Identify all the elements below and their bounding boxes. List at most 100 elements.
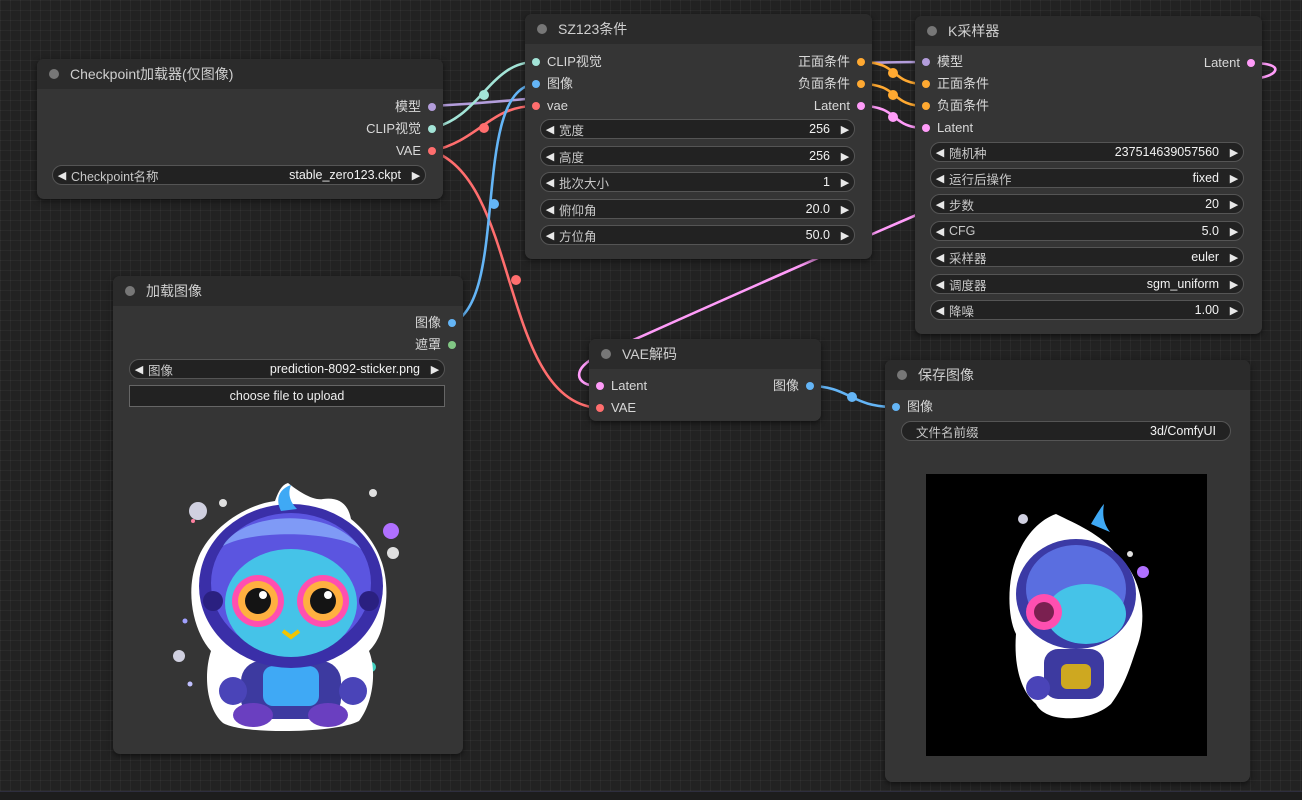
arrow-right-icon[interactable]: ▶ [836, 229, 854, 242]
output-clip-vision-slot[interactable]: CLIP视觉 [366, 118, 443, 140]
image-file-combo[interactable]: ◀ 图像 prediction-8092-sticker.png ▶ [129, 359, 445, 379]
output-latent-slot[interactable]: Latent [1204, 52, 1262, 74]
slot-dot-icon[interactable] [922, 58, 930, 66]
slot-dot-icon[interactable] [857, 58, 865, 66]
output-negative-slot[interactable]: 负面条件 [798, 73, 872, 95]
node-vae-decode[interactable]: VAE解码 Latent VAE 图像 [589, 339, 821, 421]
slot-dot-icon[interactable] [857, 80, 865, 88]
node-header[interactable]: 保存图像 [885, 360, 1250, 390]
arrow-left-icon[interactable]: ◀ [541, 203, 559, 216]
arrow-left-icon[interactable]: ◀ [931, 251, 949, 264]
arrow-right-icon[interactable]: ▶ [1225, 198, 1243, 211]
input-vae-slot[interactable]: vae [525, 95, 568, 117]
denoise-number-widget[interactable]: ◀ 降噪 1.00 ▶ [930, 300, 1244, 320]
steps-number-widget[interactable]: ◀ 步数 20 ▶ [930, 194, 1244, 214]
output-image-slot[interactable]: 图像 [773, 375, 821, 397]
arrow-right-icon[interactable]: ▶ [407, 169, 425, 182]
input-positive-slot[interactable]: 正面条件 [915, 73, 989, 95]
input-image-slot[interactable]: 图像 [525, 73, 573, 95]
elevation-number-widget[interactable]: ◀ 俯仰角 20.0 ▶ [540, 199, 855, 219]
generated-image-preview[interactable] [926, 474, 1207, 756]
slot-dot-icon[interactable] [532, 80, 540, 88]
arrow-right-icon[interactable]: ▶ [1225, 278, 1243, 291]
slot-dot-icon[interactable] [448, 341, 456, 349]
arrow-right-icon[interactable]: ▶ [1225, 146, 1243, 159]
arrow-left-icon[interactable]: ◀ [541, 123, 559, 136]
node-header[interactable]: 加载图像 [113, 276, 463, 306]
slot-dot-icon[interactable] [532, 102, 540, 110]
node-save-image[interactable]: 保存图像 图像 文件名前缀 3d/ComfyUI [885, 360, 1250, 782]
batch-size-number-widget[interactable]: ◀ 批次大小 1 ▶ [540, 172, 855, 192]
node-header[interactable]: K采样器 [915, 16, 1262, 46]
upload-button[interactable]: choose file to upload [129, 385, 445, 407]
arrow-right-icon[interactable]: ▶ [836, 150, 854, 163]
collapse-dot-icon[interactable] [601, 349, 611, 359]
node-checkpoint-loader[interactable]: Checkpoint加载器(仅图像) 模型 CLIP视觉 VAE ◀ Check… [37, 59, 443, 199]
slot-dot-icon[interactable] [448, 319, 456, 327]
slot-dot-icon[interactable] [922, 124, 930, 132]
control-after-generate-combo[interactable]: ◀ 运行后操作 fixed ▶ [930, 168, 1244, 188]
node-header[interactable]: Checkpoint加载器(仅图像) [37, 59, 443, 89]
arrow-left-icon[interactable]: ◀ [541, 150, 559, 163]
arrow-left-icon[interactable]: ◀ [931, 304, 949, 317]
width-number-widget[interactable]: ◀ 宽度 256 ▶ [540, 119, 855, 139]
input-negative-slot[interactable]: 负面条件 [915, 95, 989, 117]
collapse-dot-icon[interactable] [49, 69, 59, 79]
arrow-left-icon[interactable]: ◀ [541, 176, 559, 189]
output-model-slot[interactable]: 模型 [395, 96, 443, 118]
node-sz123-conditioning[interactable]: SZ123条件 CLIP视觉 图像 vae 正面条件 负面条件 Latent ◀ [525, 14, 872, 259]
collapse-dot-icon[interactable] [125, 286, 135, 296]
node-header[interactable]: SZ123条件 [525, 14, 872, 44]
slot-dot-icon[interactable] [892, 403, 900, 411]
slot-dot-icon[interactable] [922, 102, 930, 110]
cfg-number-widget[interactable]: ◀ CFG 5.0 ▶ [930, 221, 1244, 241]
input-latent-slot[interactable]: Latent [915, 117, 973, 139]
node-header[interactable]: VAE解码 [589, 339, 821, 369]
arrow-right-icon[interactable]: ▶ [836, 176, 854, 189]
arrow-right-icon[interactable]: ▶ [836, 123, 854, 136]
arrow-left-icon[interactable]: ◀ [541, 229, 559, 242]
slot-dot-icon[interactable] [857, 102, 865, 110]
seed-number-widget[interactable]: ◀ 随机种 237514639057560 ▶ [930, 142, 1244, 162]
slot-dot-icon[interactable] [922, 80, 930, 88]
arrow-right-icon[interactable]: ▶ [1225, 172, 1243, 185]
collapse-dot-icon[interactable] [897, 370, 907, 380]
slot-dot-icon[interactable] [428, 103, 436, 111]
slot-dot-icon[interactable] [532, 58, 540, 66]
collapse-dot-icon[interactable] [537, 24, 547, 34]
output-image-slot[interactable]: 图像 [415, 312, 463, 334]
input-latent-slot[interactable]: Latent [589, 375, 647, 397]
arrow-right-icon[interactable]: ▶ [1225, 225, 1243, 238]
arrow-right-icon[interactable]: ▶ [426, 363, 444, 376]
scheduler-combo[interactable]: ◀ 调度器 sgm_uniform ▶ [930, 274, 1244, 294]
slot-dot-icon[interactable] [806, 382, 814, 390]
arrow-left-icon[interactable]: ◀ [931, 198, 949, 211]
output-positive-slot[interactable]: 正面条件 [798, 51, 872, 73]
arrow-left-icon[interactable]: ◀ [130, 363, 148, 376]
azimuth-number-widget[interactable]: ◀ 方位角 50.0 ▶ [540, 225, 855, 245]
arrow-right-icon[interactable]: ▶ [1225, 304, 1243, 317]
arrow-left-icon[interactable]: ◀ [53, 169, 71, 182]
slot-dot-icon[interactable] [596, 382, 604, 390]
arrow-right-icon[interactable]: ▶ [1225, 251, 1243, 264]
input-clip-vision-slot[interactable]: CLIP视觉 [525, 51, 602, 73]
arrow-left-icon[interactable]: ◀ [931, 278, 949, 291]
input-vae-slot[interactable]: VAE [589, 397, 636, 419]
slot-dot-icon[interactable] [596, 404, 604, 412]
arrow-left-icon[interactable]: ◀ [931, 225, 949, 238]
arrow-left-icon[interactable]: ◀ [931, 172, 949, 185]
arrow-left-icon[interactable]: ◀ [931, 146, 949, 159]
node-ksampler[interactable]: K采样器 模型 正面条件 负面条件 Latent Latent ◀ 随机种 23… [915, 16, 1262, 334]
output-mask-slot[interactable]: 遮罩 [415, 334, 463, 356]
filename-prefix-input[interactable]: 文件名前缀 3d/ComfyUI [901, 421, 1231, 441]
checkpoint-name-combo[interactable]: ◀ Checkpoint名称 stable_zero123.ckpt ▶ [52, 165, 426, 185]
input-model-slot[interactable]: 模型 [915, 51, 963, 73]
output-vae-slot[interactable]: VAE [396, 140, 443, 162]
node-load-image[interactable]: 加载图像 图像 遮罩 ◀ 图像 prediction-8092-sticker.… [113, 276, 463, 754]
slot-dot-icon[interactable] [1247, 59, 1255, 67]
height-number-widget[interactable]: ◀ 高度 256 ▶ [540, 146, 855, 166]
sampler-combo[interactable]: ◀ 采样器 euler ▶ [930, 247, 1244, 267]
arrow-right-icon[interactable]: ▶ [836, 203, 854, 216]
output-latent-slot[interactable]: Latent [814, 95, 872, 117]
collapse-dot-icon[interactable] [927, 26, 937, 36]
